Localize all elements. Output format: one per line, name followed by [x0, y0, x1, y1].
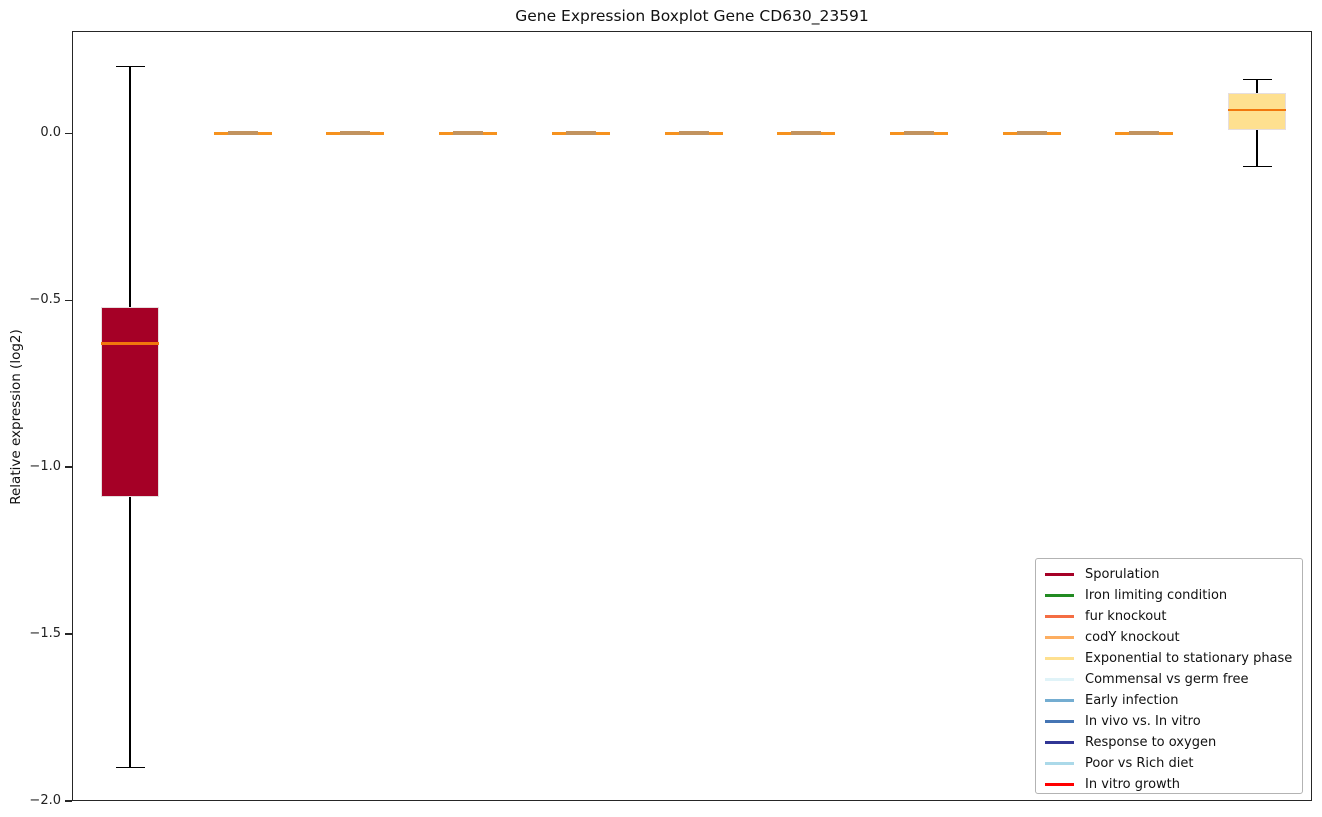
- boxplot-whisker-upper: [1256, 80, 1257, 93]
- legend-item: Commensal vs germ free: [1045, 669, 1302, 690]
- legend-item: In vivo vs. In vitro: [1045, 711, 1302, 732]
- boxplot-whisker-lower: [129, 497, 130, 767]
- y-tick-label: −1.5: [19, 626, 61, 641]
- y-tick-mark: [65, 466, 72, 467]
- chart-title: Gene Expression Boxplot Gene CD630_23591: [72, 7, 1312, 25]
- legend-swatch-line: [1045, 594, 1074, 596]
- boxplot-box: [1228, 93, 1286, 130]
- boxplot-cap-upper: [1243, 79, 1272, 80]
- legend-label: Poor vs Rich diet: [1085, 756, 1193, 771]
- legend-item: Iron limiting condition: [1045, 585, 1302, 606]
- legend-label: Iron limiting condition: [1085, 588, 1227, 603]
- legend-label: Response to oxygen: [1085, 735, 1216, 750]
- legend-swatch-line: [1045, 720, 1074, 722]
- boxplot-whisker-lower: [1256, 130, 1257, 167]
- y-tick-mark: [65, 633, 72, 634]
- boxplot-collapsed-center: [791, 131, 821, 135]
- legend-swatch-line: [1045, 783, 1074, 785]
- legend-item: In vitro growth: [1045, 774, 1302, 795]
- boxplot-collapsed-center: [566, 131, 596, 135]
- legend-label: Exponential to stationary phase: [1085, 651, 1292, 666]
- legend-swatch-line: [1045, 678, 1074, 680]
- legend: Sporulation Iron limiting condition fur kn…: [1035, 558, 1303, 794]
- legend-item: fur knockout: [1045, 606, 1302, 627]
- legend-item: Early infection: [1045, 690, 1302, 711]
- boxplot-median: [101, 342, 159, 344]
- boxplot-box: [101, 307, 159, 497]
- legend-item: Poor vs Rich diet: [1045, 753, 1302, 774]
- y-tick-label: −0.5: [19, 292, 61, 307]
- legend-label: In vitro growth: [1085, 777, 1180, 792]
- figure: Gene Expression Boxplot Gene CD630_23591…: [0, 0, 1322, 817]
- boxplot-collapsed-center: [1017, 131, 1047, 135]
- legend-swatch-line: [1045, 573, 1074, 575]
- boxplot-collapsed-center: [228, 131, 258, 135]
- legend-item: Response to oxygen: [1045, 732, 1302, 753]
- y-axis-label: Relative expression (log2): [8, 287, 24, 547]
- legend-rows: Sporulation Iron limiting condition fur kn…: [1045, 564, 1302, 795]
- legend-item: Sporulation: [1045, 564, 1302, 585]
- legend-swatch-line: [1045, 615, 1074, 617]
- boxplot-cap-lower: [1243, 166, 1272, 167]
- y-tick-label: 0.0: [19, 125, 61, 140]
- legend-label: fur knockout: [1085, 609, 1167, 624]
- legend-label: Early infection: [1085, 693, 1178, 708]
- legend-swatch-line: [1045, 699, 1074, 701]
- y-tick-label: −2.0: [19, 793, 61, 808]
- y-tick-mark: [65, 800, 72, 801]
- legend-label: Sporulation: [1085, 567, 1160, 582]
- boxplot-cap-upper: [116, 66, 145, 67]
- y-tick-mark: [65, 300, 72, 301]
- legend-label: In vivo vs. In vitro: [1085, 714, 1201, 729]
- boxplot-whisker-upper: [129, 66, 130, 306]
- legend-label: Commensal vs germ free: [1085, 672, 1248, 687]
- boxplot-collapsed-center: [904, 131, 934, 135]
- legend-item: Exponential to stationary phase: [1045, 648, 1302, 669]
- legend-item: codY knockout: [1045, 627, 1302, 648]
- boxplot-collapsed-center: [453, 131, 483, 135]
- boxplot-collapsed-center: [679, 131, 709, 135]
- y-tick-mark: [65, 133, 72, 134]
- boxplot-collapsed-center: [340, 131, 370, 135]
- boxplot-median: [1228, 109, 1286, 111]
- legend-swatch-line: [1045, 762, 1074, 764]
- boxplot-collapsed-center: [1129, 131, 1159, 135]
- y-tick-label: −1.0: [19, 459, 61, 474]
- legend-swatch-line: [1045, 636, 1074, 638]
- legend-swatch-line: [1045, 741, 1074, 743]
- boxplot-cap-lower: [116, 767, 145, 768]
- legend-swatch-line: [1045, 657, 1074, 659]
- legend-label: codY knockout: [1085, 630, 1180, 645]
